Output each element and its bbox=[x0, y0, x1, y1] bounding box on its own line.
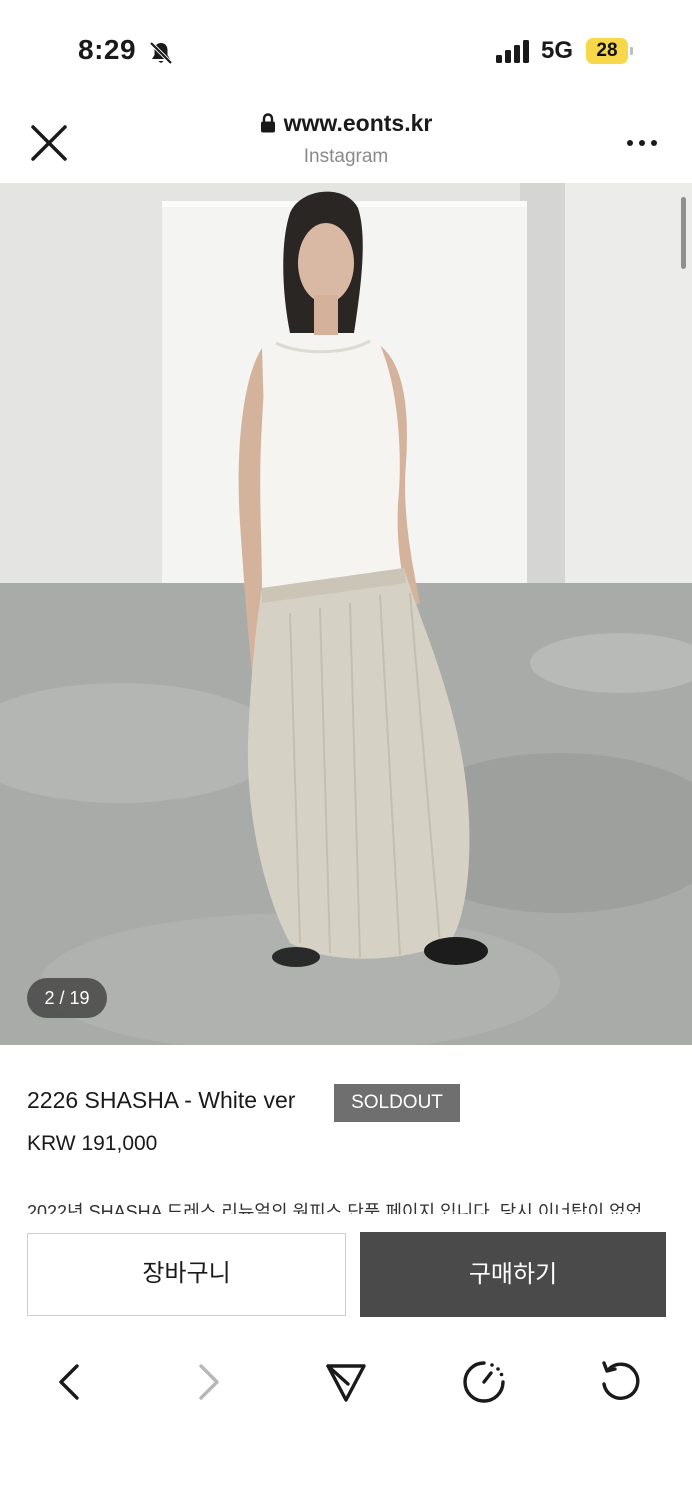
share-icon[interactable] bbox=[322, 1358, 370, 1406]
chevron-right-icon[interactable] bbox=[184, 1358, 232, 1406]
description-fade bbox=[0, 1214, 692, 1218]
status-bar: 8:29 5G 28 bbox=[0, 0, 692, 100]
source-label: Instagram bbox=[303, 146, 389, 167]
more-icon[interactable] bbox=[626, 139, 658, 147]
product-title: 2226 SHASHA - White ver bbox=[27, 1087, 296, 1113]
battery-level: 28 bbox=[596, 40, 618, 61]
product-photo bbox=[0, 183, 692, 1045]
product-image[interactable] bbox=[0, 183, 692, 1045]
battery-icon: 28 bbox=[586, 38, 633, 64]
status-time: 8:29 bbox=[78, 34, 137, 65]
add-to-cart-button[interactable]: 장바구니 bbox=[27, 1233, 346, 1316]
lock-icon bbox=[260, 113, 275, 133]
bottom-nav bbox=[0, 1340, 692, 1430]
signal-icon bbox=[496, 40, 529, 63]
battery-cap bbox=[630, 47, 633, 55]
url-text: www.eonts.kr bbox=[283, 110, 433, 136]
timer-icon[interactable] bbox=[460, 1358, 508, 1406]
soldout-badge: SOLDOUT bbox=[334, 1084, 460, 1122]
buy-now-button[interactable]: 구매하기 bbox=[360, 1232, 666, 1317]
network-label: 5G bbox=[541, 37, 574, 64]
browser-header: www.eonts.kr Instagram bbox=[0, 100, 692, 183]
image-counter: 2 / 19 bbox=[27, 978, 107, 1018]
bell-slash-icon bbox=[149, 41, 173, 65]
product-price: KRW 191,000 bbox=[27, 1132, 158, 1155]
url-bar[interactable]: www.eonts.kr bbox=[0, 110, 692, 137]
chevron-left-icon[interactable] bbox=[46, 1358, 94, 1406]
reload-icon[interactable] bbox=[596, 1358, 644, 1406]
scroll-indicator[interactable] bbox=[681, 197, 686, 269]
